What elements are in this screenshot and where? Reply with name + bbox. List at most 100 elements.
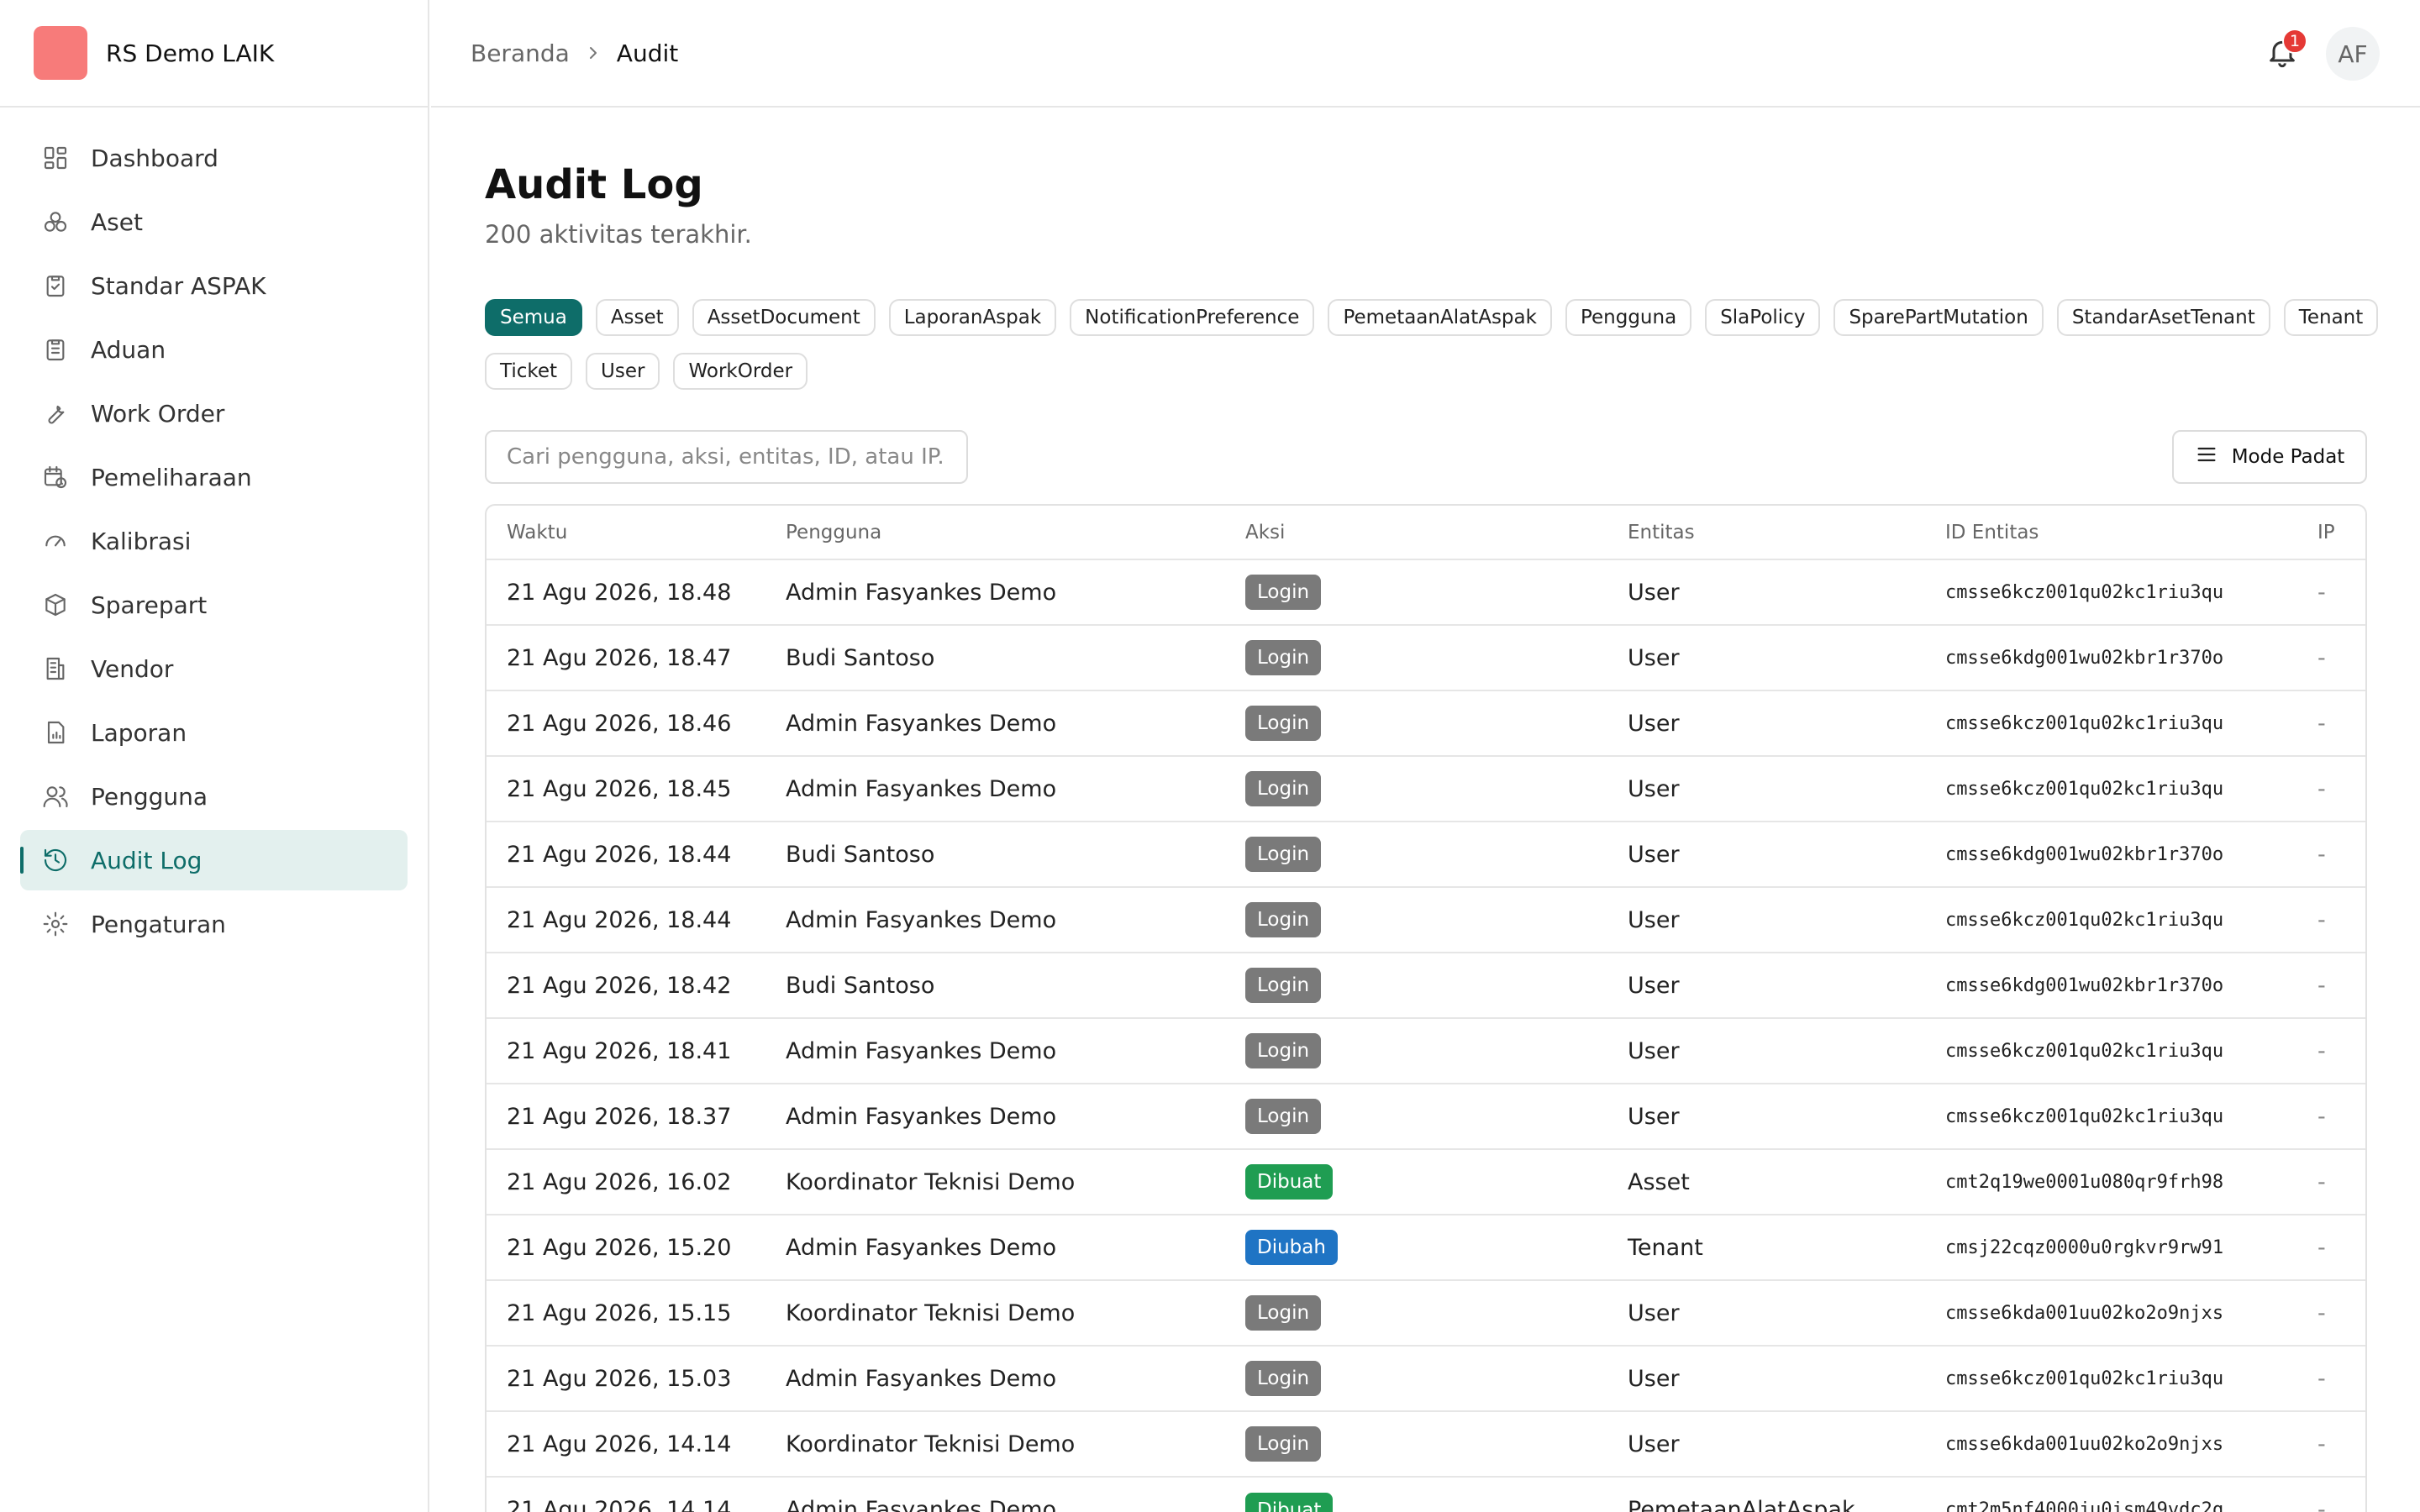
gear-icon	[40, 909, 71, 939]
column-header-entity[interactable]: Entitas	[1607, 506, 1925, 559]
menu-lines-icon	[2195, 443, 2218, 471]
filter-chip-workorder[interactable]: WorkOrder	[673, 353, 808, 390]
table-row[interactable]: 21 Agu 2026, 18.45 Admin Fasyankes Demo Lo…	[487, 755, 2365, 822]
cell-action: Login	[1225, 1410, 1607, 1477]
table-row[interactable]: 21 Agu 2026, 18.44 Budi Santoso Login User c…	[487, 821, 2365, 887]
filter-chip-semua[interactable]: Semua	[485, 299, 582, 336]
sidebar-item-laporan[interactable]: Laporan	[20, 702, 408, 763]
sidebar-item-pemeliharaan[interactable]: Pemeliharaan	[20, 447, 408, 507]
sidebar-item-label: Sparepart	[91, 591, 208, 619]
sidebar: RS Demo LAIK Dashboard Aset Standar ASPAK A…	[0, 0, 429, 1512]
cell-entity: User	[1607, 559, 1925, 625]
cell-ip: -	[2297, 1345, 2365, 1411]
sidebar-item-standar-aspak[interactable]: Standar ASPAK	[20, 255, 408, 316]
cell-entity-id: cmsse6kcz001qu02kc1riu3qu	[1925, 755, 2297, 822]
sidebar-item-pengaturan[interactable]: Pengaturan	[20, 894, 408, 954]
table-row[interactable]: 21 Agu 2026, 14.14 Koordinator Teknisi De…	[487, 1410, 2365, 1477]
cell-action: Login	[1225, 624, 1607, 690]
column-header-entity-id[interactable]: ID Entitas	[1925, 506, 2297, 559]
cell-entity-id: cmsse6kda001uu02ko2o9njxs	[1925, 1279, 2297, 1346]
cell-entity-id: cmsse6kcz001qu02kc1riu3qu	[1925, 886, 2297, 953]
breadcrumb: Beranda Audit	[471, 39, 678, 67]
sidebar-item-sparepart[interactable]: Sparepart	[20, 575, 408, 635]
table-row[interactable]: 21 Agu 2026, 14.14 Admin Fasyankes Demo Di…	[487, 1476, 2365, 1512]
compact-mode-button[interactable]: Mode Padat	[2172, 430, 2367, 484]
filter-chip-pemetaanalataspak[interactable]: PemetaanAlatAspak	[1328, 299, 1552, 336]
cell-user: Admin Fasyankes Demo	[765, 755, 1225, 822]
action-badge: Dibuat	[1245, 1164, 1334, 1200]
table-row[interactable]: 21 Agu 2026, 15.15 Koordinator Teknisi De…	[487, 1279, 2365, 1346]
sidebar-item-label: Laporan	[91, 718, 187, 747]
building-icon	[40, 654, 71, 684]
filter-chip-tenant[interactable]: Tenant	[2283, 299, 2379, 336]
sidebar-item-aset[interactable]: Aset	[20, 192, 408, 252]
sidebar-item-kalibrasi[interactable]: Kalibrasi	[20, 511, 408, 571]
filter-chip-ticket[interactable]: Ticket	[485, 353, 573, 390]
column-header-action[interactable]: Aksi	[1225, 506, 1607, 559]
sidebar-item-label: Pengaturan	[91, 910, 226, 938]
filter-chip-assetdocument[interactable]: AssetDocument	[692, 299, 876, 336]
cell-entity: User	[1607, 1345, 1925, 1411]
column-header-user[interactable]: Pengguna	[765, 506, 1225, 559]
column-header-ip[interactable]: IP	[2297, 506, 2365, 559]
cell-user: Budi Santoso	[765, 624, 1225, 690]
table-row[interactable]: 21 Agu 2026, 18.48 Admin Fasyankes Demo Lo…	[487, 559, 2365, 625]
brand[interactable]: RS Demo LAIK	[0, 0, 428, 108]
cell-entity-id: cmsse6kdg001wu02kbr1r370o	[1925, 821, 2297, 887]
sidebar-item-label: Aset	[91, 207, 143, 236]
cell-ip: -	[2297, 1279, 2365, 1346]
table-row[interactable]: 21 Agu 2026, 15.20 Admin Fasyankes Demo Di…	[487, 1214, 2365, 1280]
chevron-right-icon	[585, 45, 602, 61]
breadcrumb-home-link[interactable]: Beranda	[471, 39, 570, 67]
sidebar-item-dashboard[interactable]: Dashboard	[20, 128, 408, 188]
table-row[interactable]: 21 Agu 2026, 18.44 Admin Fasyankes Demo Lo…	[487, 886, 2365, 953]
column-header-time[interactable]: Waktu	[487, 506, 765, 559]
cell-entity-id: cmt2m5nf4000ju0ism49vdc2q	[1925, 1476, 2297, 1512]
boxes-icon	[40, 207, 71, 237]
cell-time: 21 Agu 2026, 15.15	[487, 1279, 765, 1346]
filter-chip-slapolicy[interactable]: SlaPolicy	[1705, 299, 1821, 336]
cell-ip: -	[2297, 559, 2365, 625]
cell-user: Admin Fasyankes Demo	[765, 1083, 1225, 1149]
sidebar-item-vendor[interactable]: Vendor	[20, 638, 408, 699]
table-row[interactable]: 21 Agu 2026, 15.03 Admin Fasyankes Demo Lo…	[487, 1345, 2365, 1411]
filter-chip-asset[interactable]: Asset	[595, 299, 679, 336]
sidebar-item-label: Standar ASPAK	[91, 271, 266, 300]
cell-ip: -	[2297, 886, 2365, 953]
sidebar-item-pengguna[interactable]: Pengguna	[20, 766, 408, 827]
filter-chip-user[interactable]: User	[586, 353, 660, 390]
table-row[interactable]: 21 Agu 2026, 18.41 Admin Fasyankes Demo Lo…	[487, 1017, 2365, 1084]
cell-time: 21 Agu 2026, 15.03	[487, 1345, 765, 1411]
sidebar-item-audit-log[interactable]: Audit Log	[20, 830, 408, 890]
user-avatar[interactable]: AF	[2326, 27, 2380, 81]
cell-entity: User	[1607, 1279, 1925, 1346]
cell-user: Budi Santoso	[765, 821, 1225, 887]
filter-chip-laporanaspak[interactable]: LaporanAspak	[888, 299, 1057, 336]
table-row[interactable]: 21 Agu 2026, 16.02 Koordinator Teknisi De…	[487, 1148, 2365, 1215]
cell-ip: -	[2297, 821, 2365, 887]
sidebar-item-work-order[interactable]: Work Order	[20, 383, 408, 444]
action-badge: Login	[1245, 1099, 1322, 1134]
cell-entity: User	[1607, 1017, 1925, 1084]
search-input[interactable]	[485, 430, 968, 484]
table-row[interactable]: 21 Agu 2026, 18.47 Budi Santoso Login User c…	[487, 624, 2365, 690]
table-row[interactable]: 21 Agu 2026, 18.46 Admin Fasyankes Demo Lo…	[487, 690, 2365, 756]
filter-chip-sparepartmutation[interactable]: SparePartMutation	[1833, 299, 2044, 336]
notification-button[interactable]: 1	[2260, 29, 2307, 76]
breadcrumb-current: Audit	[616, 39, 679, 67]
table-row[interactable]: 21 Agu 2026, 18.37 Admin Fasyankes Demo Lo…	[487, 1083, 2365, 1149]
sidebar-item-label: Audit Log	[91, 846, 203, 874]
cell-action: Diubah	[1225, 1214, 1607, 1280]
cell-action: Login	[1225, 1083, 1607, 1149]
cell-time: 21 Agu 2026, 14.14	[487, 1476, 765, 1512]
cell-time: 21 Agu 2026, 18.46	[487, 690, 765, 756]
cell-user: Admin Fasyankes Demo	[765, 1017, 1225, 1084]
filter-chip-standarasettenant[interactable]: StandarAsetTenant	[2056, 299, 2270, 336]
history-icon	[40, 845, 71, 875]
sidebar-item-label: Kalibrasi	[91, 527, 192, 555]
filter-chip-pengguna[interactable]: Pengguna	[1565, 299, 1692, 336]
sidebar-item-label: Dashboard	[91, 144, 218, 172]
sidebar-item-aduan[interactable]: Aduan	[20, 319, 408, 380]
filter-chip-notificationpreference[interactable]: NotificationPreference	[1070, 299, 1315, 336]
table-row[interactable]: 21 Agu 2026, 18.42 Budi Santoso Login User c…	[487, 952, 2365, 1018]
